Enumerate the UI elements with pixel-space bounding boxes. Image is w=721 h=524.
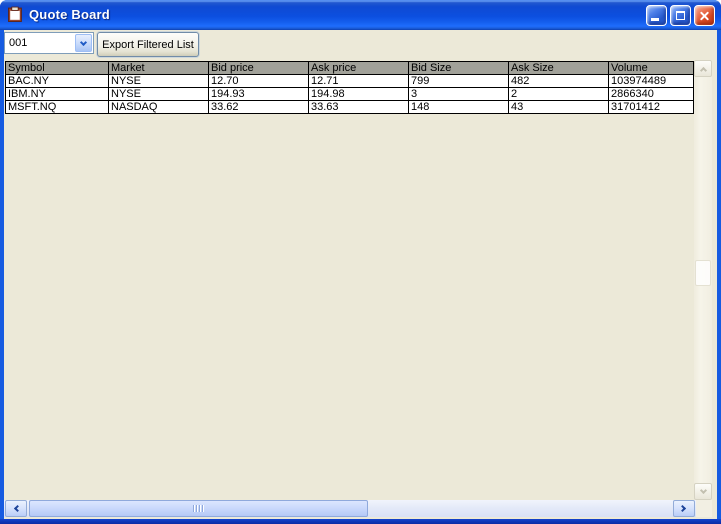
- column-header[interactable]: Market: [109, 62, 209, 75]
- combobox-value: 001: [9, 37, 27, 49]
- chevron-up-icon: [699, 67, 706, 74]
- table-cell[interactable]: 12.71: [309, 75, 409, 88]
- vertical-scrollbar-thumb[interactable]: [695, 260, 711, 286]
- maximize-button[interactable]: [670, 5, 691, 26]
- client-area: 001 Export Filtered List Symbol Market B…: [4, 30, 717, 519]
- scroll-left-button[interactable]: [5, 500, 27, 517]
- table-row[interactable]: BAC.NY NYSE 12.70 12.71 799 482 10397448…: [6, 75, 694, 88]
- scroll-down-button[interactable]: [694, 483, 712, 500]
- chevron-right-icon: [679, 505, 686, 512]
- window-border-bottom: [0, 519, 721, 524]
- quote-board-window: Quote Board 001 Export Filtered List: [0, 0, 721, 524]
- vertical-scrollbar[interactable]: [694, 60, 712, 500]
- table-cell[interactable]: 2866340: [609, 88, 694, 101]
- table-cell[interactable]: 194.98: [309, 88, 409, 101]
- horizontal-scrollbar-thumb[interactable]: [29, 500, 368, 517]
- table-row[interactable]: IBM.NY NYSE 194.93 194.98 3 2 2866340: [6, 88, 694, 101]
- scroll-up-button[interactable]: [694, 60, 712, 77]
- chevron-down-icon: [699, 487, 706, 494]
- column-header[interactable]: Bid Size: [409, 62, 509, 75]
- window-title: Quote Board: [29, 7, 110, 22]
- column-header[interactable]: Volume: [609, 62, 694, 75]
- table-cell[interactable]: 33.63: [309, 101, 409, 114]
- chevron-left-icon: [14, 505, 21, 512]
- column-header[interactable]: Ask price: [309, 62, 409, 75]
- table-cell[interactable]: 148: [409, 101, 509, 114]
- close-button[interactable]: [694, 5, 715, 26]
- column-header[interactable]: Bid price: [209, 62, 309, 75]
- table-cell[interactable]: IBM.NY: [6, 88, 109, 101]
- title-bar[interactable]: Quote Board: [0, 0, 721, 30]
- clipboard-icon[interactable]: [7, 6, 24, 23]
- minimize-button[interactable]: [646, 5, 667, 26]
- chevron-down-icon: [80, 38, 87, 45]
- table-header-row: Symbol Market Bid price Ask price Bid Si…: [6, 62, 694, 75]
- table-cell[interactable]: 12.70: [209, 75, 309, 88]
- filter-combobox[interactable]: 001: [4, 32, 94, 54]
- quotes-table: Symbol Market Bid price Ask price Bid Si…: [5, 61, 694, 114]
- table-cell[interactable]: 194.93: [209, 88, 309, 101]
- minimize-icon: [651, 18, 659, 21]
- table-cell[interactable]: MSFT.NQ: [6, 101, 109, 114]
- table-cell[interactable]: NASDAQ: [109, 101, 209, 114]
- maximize-icon: [676, 11, 685, 20]
- table-cell[interactable]: 31701412: [609, 101, 694, 114]
- table-cell[interactable]: 33.62: [209, 101, 309, 114]
- combobox-dropdown-button[interactable]: [75, 34, 92, 52]
- table-cell[interactable]: 482: [509, 75, 609, 88]
- export-filtered-list-button[interactable]: Export Filtered List: [97, 32, 199, 57]
- table-cell[interactable]: 43: [509, 101, 609, 114]
- scrollbar-corner: [694, 500, 712, 517]
- horizontal-scrollbar[interactable]: [4, 500, 696, 517]
- table-row[interactable]: MSFT.NQ NASDAQ 33.62 33.63 148 43 317014…: [6, 101, 694, 114]
- table-cell[interactable]: 103974489: [609, 75, 694, 88]
- table-cell[interactable]: 2: [509, 88, 609, 101]
- table-cell[interactable]: 799: [409, 75, 509, 88]
- table-cell[interactable]: BAC.NY: [6, 75, 109, 88]
- grip-icon: [193, 503, 205, 515]
- table-cell[interactable]: 3: [409, 88, 509, 101]
- column-header[interactable]: Symbol: [6, 62, 109, 75]
- table-cell[interactable]: NYSE: [109, 75, 209, 88]
- table-cell[interactable]: NYSE: [109, 88, 209, 101]
- scroll-right-button[interactable]: [673, 500, 695, 517]
- column-header[interactable]: Ask Size: [509, 62, 609, 75]
